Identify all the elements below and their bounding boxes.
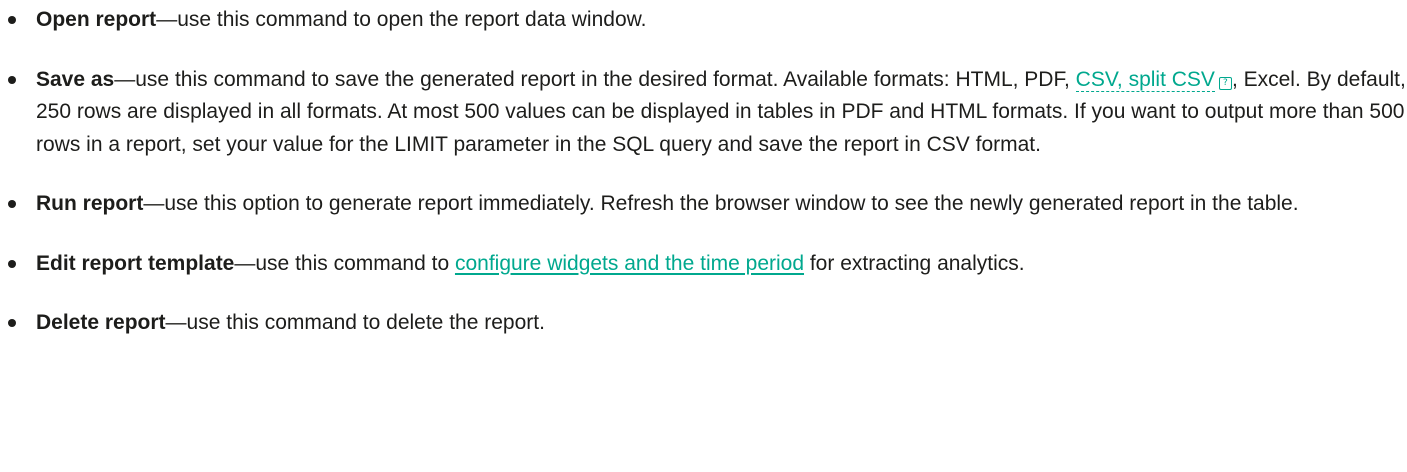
bullet-icon [8,200,16,208]
csv-term-link[interactable]: CSV, split CSV [1075,67,1215,92]
list-item-open-report: Open report—use this command to open the… [0,4,1407,37]
list-item-delete-report: Delete report—use this command to delete… [0,307,1407,340]
description-run-report: —use this option to generate report imme… [143,192,1299,215]
bullet-icon [8,259,16,268]
term-save-as: Save as [36,67,115,91]
term-run-report: Run report [36,192,144,215]
bullet-icon [8,75,16,84]
bullet-icon [8,16,16,24]
list-item-edit-report-template: Edit report template—use this command to… [0,248,1407,281]
term-edit-report-template: Edit report template [36,251,235,275]
description-edit-template-part1: —use this command to [234,251,455,275]
bullet-icon [8,319,16,327]
term-delete-report: Delete report [36,311,166,334]
description-delete-report: —use this command to delete the report. [165,311,545,334]
description-save-as-part1: —use this command to save the generated … [114,67,1076,91]
list-item-run-report: Run report—use this option to generate r… [0,188,1407,221]
list-item-save-as: Save as—use this command to save the gen… [0,64,1407,162]
description-edit-template-part2: for extracting analytics. [804,251,1025,275]
term-open-report: Open report [36,8,157,31]
help-icon[interactable]: ? [1218,76,1232,90]
configure-widgets-link[interactable]: configure widgets and the time period [455,252,804,275]
description-open-report: —use this command to open the report dat… [156,8,647,31]
command-list: Open report—use this command to open the… [0,0,1407,340]
